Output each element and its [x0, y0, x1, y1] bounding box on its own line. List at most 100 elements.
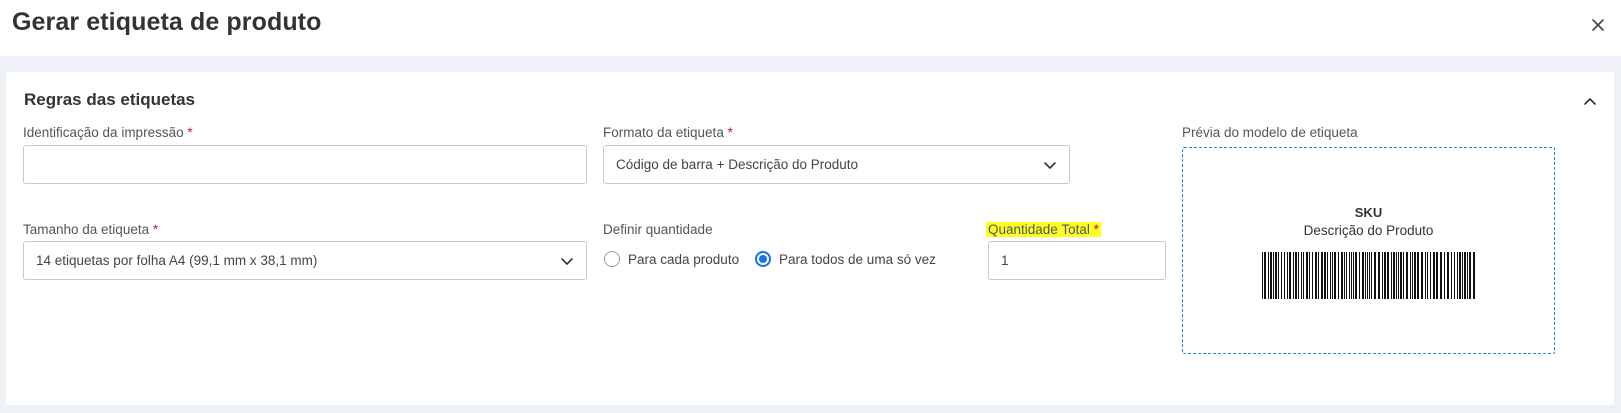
barcode-bar: [1374, 252, 1376, 299]
barcode-bar: [1278, 252, 1279, 299]
tamanho-selected-value: 14 etiquetas por folha A4 (99,1 mm x 38,…: [36, 253, 318, 268]
barcode-bar: [1344, 252, 1345, 299]
barcode-bar: [1433, 252, 1435, 299]
barcode-bar: [1264, 252, 1266, 299]
chevron-up-icon: [1584, 98, 1596, 105]
barcode-bar: [1425, 252, 1426, 299]
barcode-bar: [1303, 252, 1304, 299]
barcode-bar: [1284, 252, 1285, 299]
barcode-bar: [1318, 252, 1319, 299]
barcode-bar: [1312, 252, 1313, 299]
required-mark: *: [1093, 222, 1099, 237]
radio-circle: [604, 251, 620, 267]
preview-description: Descrição do Produto: [1303, 223, 1434, 238]
barcode-bar: [1440, 252, 1442, 299]
barcode-bar: [1355, 252, 1357, 299]
barcode-bar: [1301, 252, 1302, 299]
barcode-bar: [1467, 252, 1468, 299]
chevron-down-icon: [561, 258, 573, 265]
barcode-bar: [1387, 252, 1389, 299]
barcode-bar: [1412, 252, 1413, 299]
barcode-bar: [1454, 252, 1455, 299]
close-button[interactable]: [1587, 14, 1609, 36]
barcode-bar: [1367, 252, 1368, 299]
barcode-bar: [1421, 252, 1423, 299]
modal-title: Gerar etiqueta de produto: [12, 8, 322, 36]
barcode-bar: [1298, 252, 1299, 299]
barcode-bar: [1262, 252, 1263, 299]
close-icon: [1592, 19, 1604, 31]
radio-label: Para todos de uma só vez: [779, 251, 936, 267]
barcode-bar: [1330, 252, 1331, 299]
barcode-bar: [1332, 252, 1333, 299]
barcode-bar: [1281, 252, 1282, 299]
tamanho-label: Tamanho da etiqueta *: [23, 222, 158, 237]
barcode-bar: [1400, 252, 1402, 299]
barcode-bar: [1327, 252, 1328, 299]
barcode-bar: [1365, 252, 1366, 299]
collapse-section-button[interactable]: [1582, 94, 1598, 108]
barcode-bar: [1362, 252, 1364, 299]
barcode-bar: [1309, 252, 1310, 299]
barcode-bar: [1306, 252, 1308, 299]
label-preview: SKU Descrição do Produto: [1182, 147, 1555, 354]
tamanho-label-text: Tamanho da etiqueta: [23, 222, 150, 237]
generate-label-modal: Gerar etiqueta de produto Regras das eti…: [0, 0, 1621, 413]
required-mark: *: [727, 125, 733, 140]
preview-label: Prévia do modelo de etiqueta: [1182, 125, 1358, 140]
barcode-bar: [1430, 252, 1431, 299]
barcode-bar: [1396, 252, 1397, 299]
barcode-bar: [1378, 252, 1380, 299]
barcode-bar: [1338, 252, 1339, 299]
barcode-bar: [1436, 252, 1438, 299]
barcode-bar: [1346, 252, 1347, 299]
barcode-bar: [1353, 252, 1354, 299]
barcode-bar: [1457, 252, 1458, 299]
barcode-bar: [1444, 252, 1445, 299]
identificacao-label: Identificação da impressão *: [23, 125, 193, 140]
formato-selected-value: Código de barra + Descrição do Produto: [616, 157, 859, 172]
barcode-bar: [1359, 252, 1360, 299]
preview-sku: SKU: [1354, 205, 1383, 220]
quantidade-total-input[interactable]: [988, 241, 1166, 280]
barcode-bar: [1464, 252, 1466, 299]
barcode-bar: [1270, 252, 1272, 299]
radio-para-todos[interactable]: Para todos de uma só vez: [755, 251, 936, 267]
barcode-bar: [1351, 252, 1352, 299]
barcode-bar: [1295, 252, 1297, 299]
highlighted-label: Quantidade Total *: [986, 222, 1101, 237]
quantidade-total-label-text: Quantidade Total: [988, 222, 1090, 237]
quantidade-total-label: Quantidade Total *: [986, 222, 1101, 237]
barcode-bar: [1273, 252, 1274, 299]
identificacao-input[interactable]: [23, 145, 587, 184]
barcode-bar: [1469, 252, 1471, 299]
barcode-bar: [1403, 252, 1404, 299]
label-rules-card: Regras das etiquetas Identificação da im…: [6, 72, 1614, 405]
barcode-bar: [1462, 252, 1463, 299]
barcode-bar: [1275, 252, 1277, 299]
barcode-bar: [1334, 252, 1336, 299]
barcode-bar: [1451, 252, 1452, 299]
barcode-bar: [1473, 252, 1475, 299]
radio-para-cada-produto[interactable]: Para cada produto: [604, 251, 739, 267]
barcode-bar: [1427, 252, 1428, 299]
barcode-bar: [1268, 252, 1269, 299]
required-mark: *: [152, 222, 159, 237]
barcode-bar: [1384, 252, 1386, 299]
section-title: Regras das etiquetas: [24, 90, 196, 109]
barcode-bar: [1406, 252, 1408, 299]
barcode-bar: [1289, 252, 1291, 299]
barcode-bar: [1393, 252, 1395, 299]
radio-circle-checked: [755, 251, 771, 267]
tamanho-select[interactable]: 14 etiquetas por folha A4 (99,1 mm x 38,…: [23, 241, 587, 280]
barcode-bar: [1349, 252, 1350, 299]
chevron-down-icon: [1044, 162, 1056, 169]
identificacao-label-text: Identificação da impressão: [23, 125, 184, 140]
modal-header: Gerar etiqueta de produto: [0, 0, 1621, 56]
definir-quantidade-label: Definir quantidade: [603, 222, 713, 237]
barcode-bar: [1447, 252, 1449, 299]
barcode-bar: [1398, 252, 1399, 299]
radio-label: Para cada produto: [628, 251, 740, 267]
barcode-bar: [1414, 252, 1416, 299]
formato-select[interactable]: Código de barra + Descrição do Produto: [603, 145, 1070, 184]
